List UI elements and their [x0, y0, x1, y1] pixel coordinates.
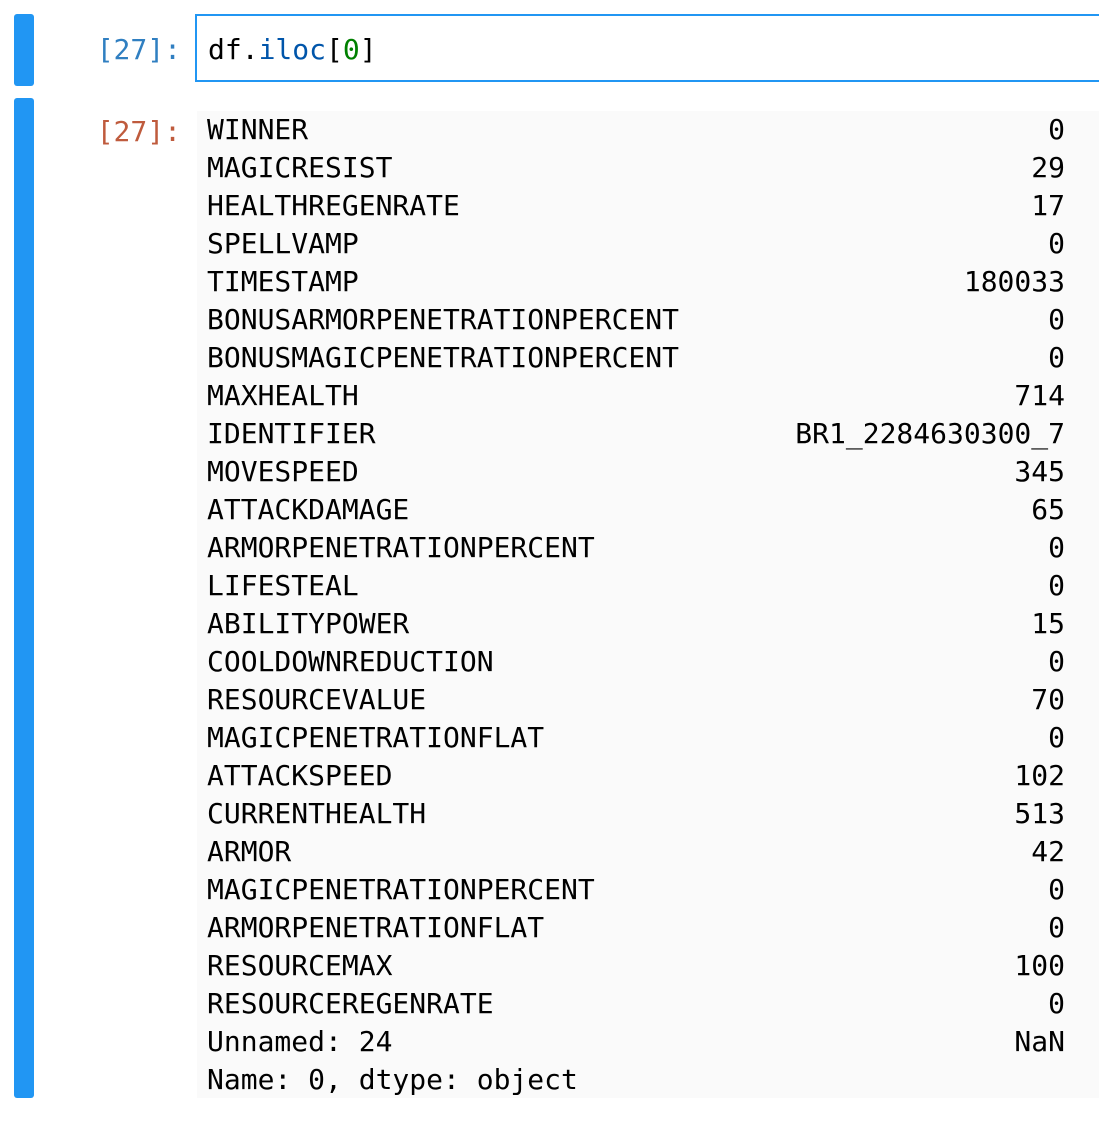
series-key: TIMESTAMP [207, 265, 359, 298]
series-key: CURRENTHEALTH [207, 797, 427, 830]
series-output: WINNER 0 MAGICRESIST 29 HEALTHREGENRATE 17 SPE… [207, 111, 1065, 1099]
series-row: ATTACKDAMAGE 65 [207, 491, 1065, 529]
series-row: MAGICPENETRATIONPERCENT 0 [207, 871, 1065, 909]
series-key: ATTACKDAMAGE [207, 493, 410, 526]
series-value: 0 [1048, 569, 1065, 602]
series-value: 100 [1014, 949, 1065, 982]
series-value: 0 [1048, 531, 1065, 564]
series-row: ABILITYPOWER 15 [207, 605, 1065, 643]
series-value: 714 [1014, 379, 1065, 412]
series-value: 17 [1031, 189, 1065, 222]
series-value: 15 [1031, 607, 1065, 640]
series-row: SPELLVAMP 0 [207, 225, 1065, 263]
series-row: WINNER 0 [207, 111, 1065, 149]
series-row: LIFESTEAL 0 [207, 567, 1065, 605]
series-footer: Name: 0, dtype: object [207, 1063, 578, 1096]
series-value: 0 [1048, 227, 1065, 260]
series-row: ARMORPENETRATIONFLAT 0 [207, 909, 1065, 947]
series-key: ABILITYPOWER [207, 607, 410, 640]
series-key: RESOURCEMAX [207, 949, 393, 982]
series-value: 0 [1048, 721, 1065, 754]
series-value: 513 [1014, 797, 1065, 830]
code-close-bracket: ] [359, 33, 377, 66]
code-variable: df [208, 33, 242, 66]
series-value: 0 [1048, 911, 1065, 944]
series-value: 0 [1048, 113, 1065, 146]
series-row: IDENTIFIER BR1_2284630300_7 [207, 415, 1065, 453]
series-value: 0 [1048, 303, 1065, 336]
series-value: 65 [1031, 493, 1065, 526]
series-value: 0 [1048, 341, 1065, 374]
series-key: IDENTIFIER [207, 417, 376, 450]
code-index: 0 [342, 33, 360, 66]
series-value: 0 [1048, 987, 1065, 1020]
series-key: MAGICPENETRATIONFLAT [207, 721, 545, 754]
series-row: ATTACKSPEED 102 [207, 757, 1065, 795]
series-key: Unnamed: 24 [207, 1025, 393, 1058]
output-cell: [27]: WINNER 0 MAGICRESIST 29 HEALTHREGENRAT… [0, 98, 1099, 1098]
input-cell[interactable]: [27]: df.iloc[0] [0, 14, 1099, 86]
series-key: ARMORPENETRATIONPERCENT [207, 531, 595, 564]
series-key: RESOURCEVALUE [207, 683, 427, 716]
series-key: MAGICPENETRATIONPERCENT [207, 873, 595, 906]
series-value: 0 [1048, 645, 1065, 678]
series-key: SPELLVAMP [207, 227, 359, 260]
series-value: BR1_2284630300_7 [795, 417, 1065, 450]
series-row: RESOURCEVALUE 70 [207, 681, 1065, 719]
series-key: ARMOR [207, 835, 292, 868]
code-method: iloc [258, 33, 327, 66]
series-key: HEALTHREGENRATE [207, 189, 460, 222]
code-line[interactable]: df.iloc[0] [208, 31, 377, 69]
series-key: MAGICRESIST [207, 151, 393, 184]
output-area: WINNER 0 MAGICRESIST 29 HEALTHREGENRATE 17 SPE… [197, 111, 1099, 1098]
code-editor[interactable]: df.iloc[0] [195, 14, 1099, 82]
series-value: 0 [1048, 873, 1065, 906]
series-key: LIFESTEAL [207, 569, 359, 602]
series-row: ARMOR 42 [207, 833, 1065, 871]
series-row: BONUSARMORPENETRATIONPERCENT 0 [207, 301, 1065, 339]
series-key: COOLDOWNREDUCTION [207, 645, 494, 678]
series-row: RESOURCEREGENRATE 0 [207, 985, 1065, 1023]
series-key: BONUSARMORPENETRATIONPERCENT [207, 303, 680, 336]
series-key: MOVESPEED [207, 455, 359, 488]
series-key: RESOURCEREGENRATE [207, 987, 494, 1020]
series-key: ARMORPENETRATIONFLAT [207, 911, 545, 944]
series-row: RESOURCEMAX 100 [207, 947, 1065, 985]
series-key: MAXHEALTH [207, 379, 359, 412]
code-open-bracket: [ [326, 33, 343, 66]
series-value: 180033 [963, 265, 1065, 298]
series-key: ATTACKSPEED [207, 759, 393, 792]
series-row: MOVESPEED 345 [207, 453, 1065, 491]
series-row: MAXHEALTH 714 [207, 377, 1065, 415]
series-key: BONUSMAGICPENETRATIONPERCENT [207, 341, 680, 374]
series-row: Unnamed: 24 NaN [207, 1023, 1065, 1061]
series-value: 70 [1031, 683, 1065, 716]
input-prompt: [27]: [96, 33, 181, 66]
series-row: TIMESTAMP 180033 [207, 263, 1065, 301]
series-key: WINNER [207, 113, 309, 146]
series-row: COOLDOWNREDUCTION 0 [207, 643, 1065, 681]
series-value: 29 [1031, 151, 1065, 184]
series-value: 345 [1014, 455, 1065, 488]
series-row: CURRENTHEALTH 513 [207, 795, 1065, 833]
output-collapser[interactable] [14, 98, 34, 1098]
series-row: BONUSMAGICPENETRATIONPERCENT 0 [207, 339, 1065, 377]
series-row: ARMORPENETRATIONPERCENT 0 [207, 529, 1065, 567]
series-value: 102 [1014, 759, 1065, 792]
code-dot: . [241, 33, 259, 66]
series-value: NaN [1014, 1025, 1065, 1058]
series-row: MAGICPENETRATIONFLAT 0 [207, 719, 1065, 757]
series-row: HEALTHREGENRATE 17 [207, 187, 1065, 225]
input-collapser[interactable] [14, 14, 34, 86]
series-row: MAGICRESIST 29 [207, 149, 1065, 187]
series-value: 42 [1031, 835, 1065, 868]
output-prompt: [27]: [96, 115, 181, 148]
